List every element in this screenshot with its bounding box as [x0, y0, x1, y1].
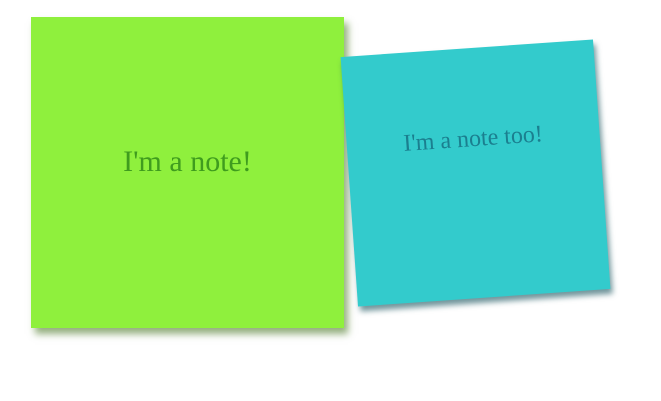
- note-text: I'm a note too!: [402, 120, 544, 157]
- note-text: I'm a note!: [123, 144, 252, 178]
- sticky-note-green[interactable]: I'm a note!: [31, 17, 344, 328]
- sticky-note-cyan[interactable]: I'm a note too!: [340, 39, 611, 307]
